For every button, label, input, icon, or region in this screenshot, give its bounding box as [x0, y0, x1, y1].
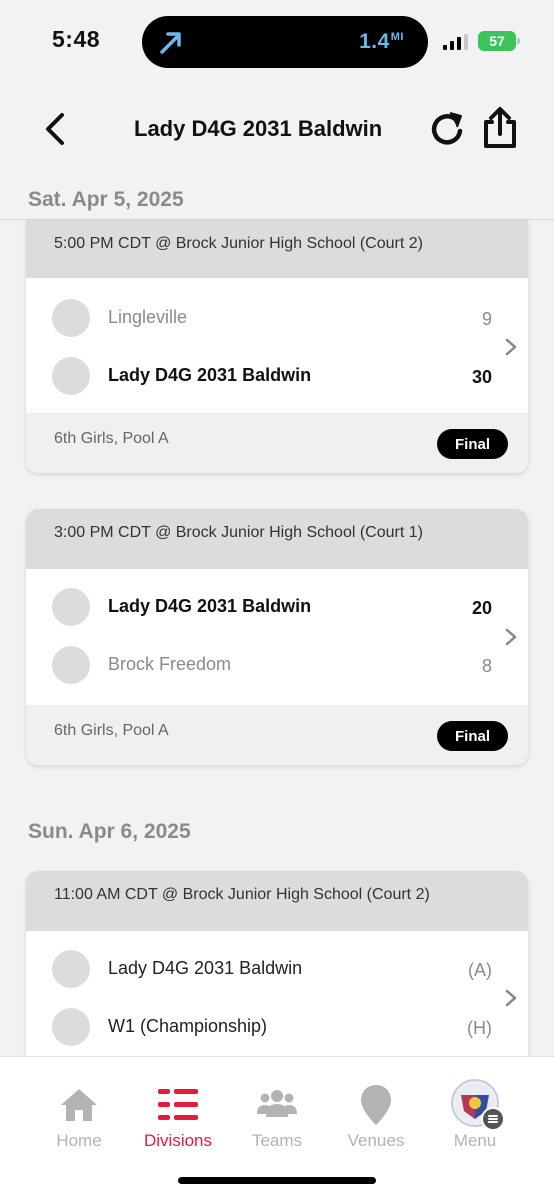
- share-icon: [484, 107, 516, 148]
- team-score: 20: [471, 598, 492, 618]
- game-footer: 6th Girls, Pool A Final: [26, 413, 528, 473]
- chevron-left-icon: [46, 113, 64, 145]
- tab-teams[interactable]: Teams: [227, 1083, 327, 1151]
- status-bar: 5:48 1.4MI 57: [0, 0, 554, 84]
- back-button[interactable]: [34, 108, 76, 150]
- team-row: Lady D4G 2031 Baldwin (A): [26, 948, 496, 992]
- navigation-distance: 1.4MI: [359, 30, 404, 53]
- dynamic-island[interactable]: 1.4MI: [142, 16, 428, 68]
- team-avatar: [52, 1008, 90, 1046]
- refresh-button[interactable]: [428, 110, 468, 150]
- menu-hamburger-icon: [481, 1107, 505, 1131]
- team-name: W1 (Championship): [108, 1016, 268, 1036]
- chevron-right-icon: [505, 628, 517, 646]
- team-row: W1 (Championship) (H): [26, 1006, 496, 1050]
- home-icon: [61, 1089, 97, 1121]
- game-card[interactable]: 11:00 AM CDT @ Brock Junior High School …: [26, 871, 528, 1056]
- team-score: 9: [481, 309, 492, 329]
- teams-icon: [257, 1090, 297, 1117]
- status-time: 5:48: [52, 26, 101, 52]
- game-time-location: 3:00 PM CDT @ Brock Junior High School (…: [26, 509, 528, 569]
- venue-pin-icon: [361, 1085, 391, 1125]
- team-score: (H): [467, 1018, 492, 1038]
- share-button[interactable]: [478, 106, 522, 150]
- team-avatar: [52, 646, 90, 684]
- cellular-signal-icon: [443, 34, 468, 50]
- game-time-location: 5:00 PM CDT @ Brock Junior High School (…: [26, 220, 528, 278]
- team-score: (A): [468, 960, 492, 980]
- team-name: Lady D4G 2031 Baldwin: [108, 958, 303, 978]
- tab-venues[interactable]: Venues: [326, 1083, 426, 1151]
- tab-label: Venues: [347, 1131, 405, 1150]
- date-heading: Sun. Apr 6, 2025: [28, 820, 191, 843]
- team-avatar: [52, 950, 90, 988]
- team-name: Lingleville: [108, 307, 188, 327]
- tab-home[interactable]: Home: [29, 1083, 129, 1151]
- game-card[interactable]: 3:00 PM CDT @ Brock Junior High School (…: [26, 509, 528, 765]
- schedule-list[interactable]: Sat. Apr 5, 2025 5:00 PM CDT @ Brock Jun…: [0, 170, 554, 1056]
- app-header: Lady D4G 2031 Baldwin: [0, 90, 554, 170]
- game-time-location: 11:00 AM CDT @ Brock Junior High School …: [26, 871, 528, 931]
- home-indicator[interactable]: [178, 1177, 376, 1184]
- tab-menu[interactable]: Menu: [425, 1079, 525, 1151]
- tab-label: Teams: [251, 1131, 303, 1150]
- game-card[interactable]: 5:00 PM CDT @ Brock Junior High School (…: [26, 220, 528, 473]
- team-row: Lady D4G 2031 Baldwin 20: [26, 586, 496, 630]
- team-avatar: [52, 357, 90, 395]
- team-avatar: [52, 299, 90, 337]
- pool-label: 6th Girls, Pool A: [54, 722, 169, 739]
- team-row: Lady D4G 2031 Baldwin 30: [26, 355, 496, 399]
- tab-label: Divisions: [143, 1131, 213, 1150]
- menu-avatar: [451, 1079, 505, 1131]
- status-badge: Final: [436, 429, 508, 459]
- team-row: Brock Freedom 8: [26, 644, 496, 688]
- team-avatar: [52, 588, 90, 626]
- pool-label: 6th Girls, Pool A: [54, 430, 169, 447]
- chevron-right-icon: [505, 338, 517, 356]
- team-score: 30: [471, 367, 492, 387]
- tab-divisions[interactable]: Divisions: [128, 1083, 228, 1151]
- team-name: Lady D4G 2031 Baldwin: [108, 365, 312, 385]
- battery-indicator: 57: [478, 31, 520, 51]
- chevron-right-icon: [505, 989, 517, 1007]
- tab-label: Menu: [453, 1131, 497, 1150]
- tab-label: Home: [56, 1131, 102, 1150]
- date-heading: Sat. Apr 5, 2025: [28, 188, 184, 211]
- team-row: Lingleville 9: [26, 297, 496, 341]
- refresh-icon: [431, 112, 463, 145]
- team-name: Lady D4G 2031 Baldwin: [108, 596, 312, 616]
- team-score: 8: [481, 656, 492, 676]
- navigation-arrow-icon: [160, 32, 181, 54]
- page-title: Lady D4G 2031 Baldwin: [134, 116, 383, 141]
- divisions-icon: [158, 1089, 198, 1120]
- team-name: Brock Freedom: [108, 654, 232, 674]
- status-badge: Final: [436, 721, 508, 751]
- game-footer: 6th Girls, Pool A Final: [26, 705, 528, 765]
